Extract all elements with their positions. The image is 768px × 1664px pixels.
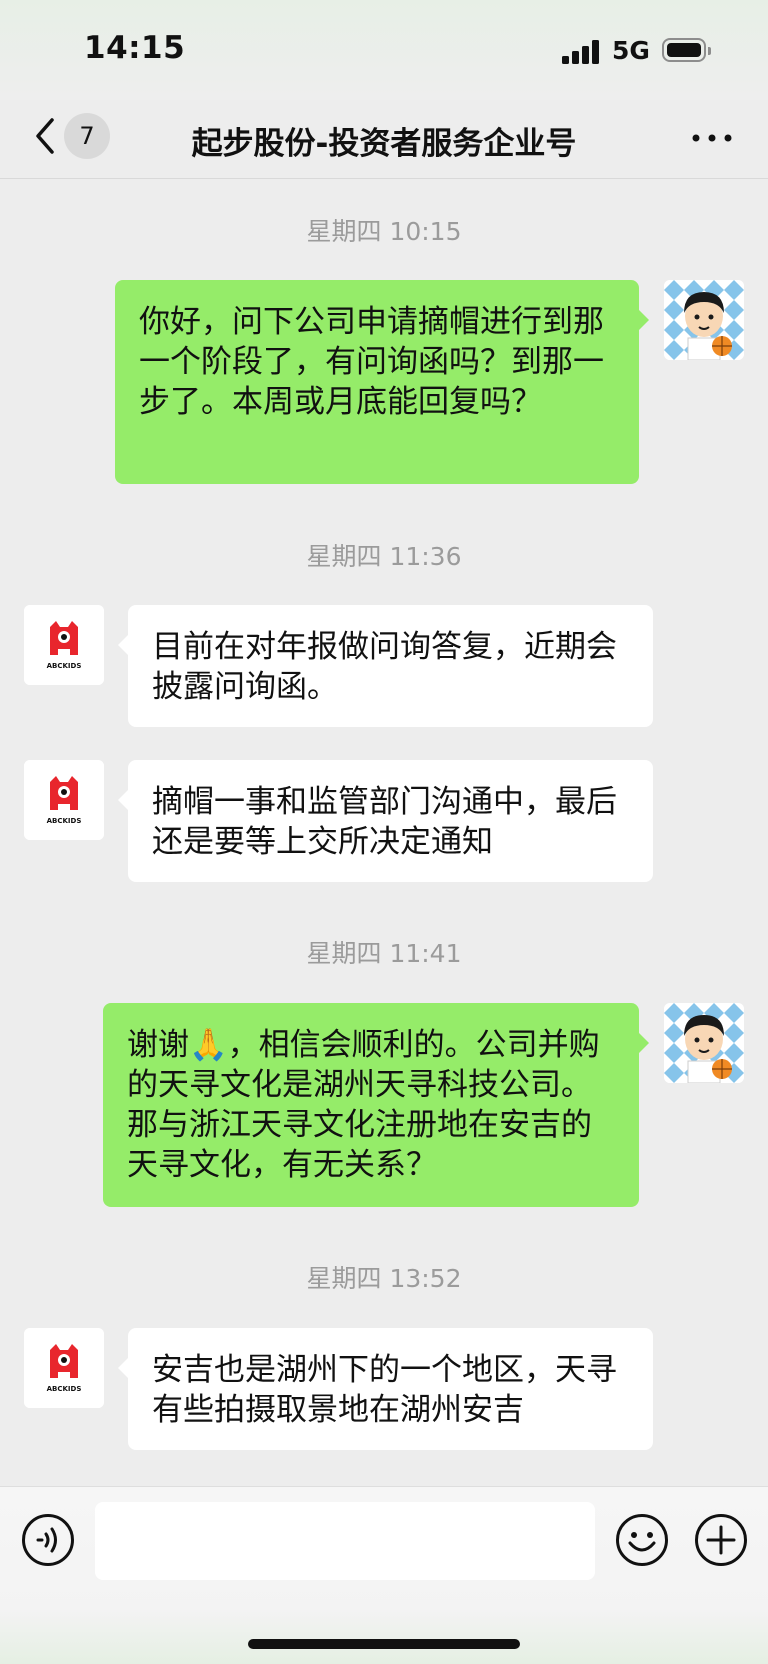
abckids-logo-icon: ABCKIDS [24, 760, 104, 840]
cartoon-boy-avatar [664, 1003, 744, 1083]
their-message-bubble[interactable]: 目前在对年报做问询答复，近期会披露问询函。 [118, 605, 653, 727]
home-indicator[interactable] [248, 1639, 520, 1649]
my-avatar[interactable] [664, 1003, 744, 1083]
battery-icon [662, 38, 711, 62]
back-button[interactable] [28, 114, 62, 158]
emoji-button[interactable] [615, 1513, 669, 1567]
their-message-bubble[interactable]: 摘帽一事和监管部门沟通中，最后还是要等上交所决定通知 [118, 760, 653, 882]
abckids-logo-icon: ABCKIDS [24, 1328, 104, 1408]
plus-circle-icon [695, 1514, 747, 1566]
svg-text:ABCKIDS: ABCKIDS [47, 1385, 82, 1393]
message-text: 谢谢🙏，相信会顺利的。公司并购的天寻文化是湖州天寻科技公司。那与浙江天寻文化注册… [127, 1027, 600, 1183]
unread-count-badge[interactable]: 7 [64, 113, 110, 159]
status-time: 14:15 [84, 30, 186, 66]
input-bar [0, 1486, 768, 1664]
chat-header: 7 起步股份-投资者服务企业号 [0, 100, 768, 179]
company-avatar[interactable]: ABCKIDS [24, 760, 104, 840]
chat-title: 起步股份-投资者服务企业号 [191, 126, 577, 162]
svg-text:ABCKIDS: ABCKIDS [47, 662, 82, 670]
signal-icon [562, 40, 602, 64]
abckids-logo-icon: ABCKIDS [24, 605, 104, 685]
voice-icon [22, 1514, 74, 1566]
my-message-bubble[interactable]: 谢谢🙏，相信会顺利的。公司并购的天寻文化是湖州天寻科技公司。那与浙江天寻文化注册… [103, 1003, 649, 1207]
my-avatar[interactable] [664, 280, 744, 360]
cartoon-boy-avatar [664, 280, 744, 360]
more-button[interactable] [690, 120, 734, 156]
message-input[interactable] [95, 1502, 595, 1580]
message-text: 安吉也是湖州下的一个地区，天寻有些拍摄取景地在湖州安吉 [152, 1352, 617, 1428]
chevron-left-icon [36, 118, 54, 154]
company-avatar[interactable]: ABCKIDS [24, 1328, 104, 1408]
timestamp: 星期四 11:36 [306, 542, 462, 571]
my-message-bubble[interactable]: 你好，问下公司申请摘帽进行到那一个阶段了，有问询函吗？到那一步了。本周或月底能回… [115, 280, 649, 484]
timestamp: 星期四 11:41 [306, 939, 462, 968]
timestamp: 星期四 13:52 [306, 1264, 462, 1293]
emoji-icon [616, 1514, 668, 1566]
more-dots-icon [692, 134, 732, 142]
svg-text:ABCKIDS: ABCKIDS [47, 817, 82, 825]
their-message-bubble[interactable]: 安吉也是湖州下的一个地区，天寻有些拍摄取景地在湖州安吉 [118, 1328, 653, 1450]
message-text: 摘帽一事和监管部门沟通中，最后还是要等上交所决定通知 [152, 784, 617, 860]
message-text: 目前在对年报做问询答复，近期会披露问询函。 [152, 629, 617, 705]
timestamp: 星期四 10:15 [306, 217, 462, 246]
company-avatar[interactable]: ABCKIDS [24, 605, 104, 685]
voice-button[interactable] [21, 1513, 75, 1567]
status-bar: 14:15 5G [0, 0, 768, 100]
network-type: 5G [612, 36, 650, 65]
message-text: 你好，问下公司申请摘帽进行到那一个阶段了，有问询函吗？到那一步了。本周或月底能回… [139, 304, 604, 420]
add-button[interactable] [694, 1513, 748, 1567]
